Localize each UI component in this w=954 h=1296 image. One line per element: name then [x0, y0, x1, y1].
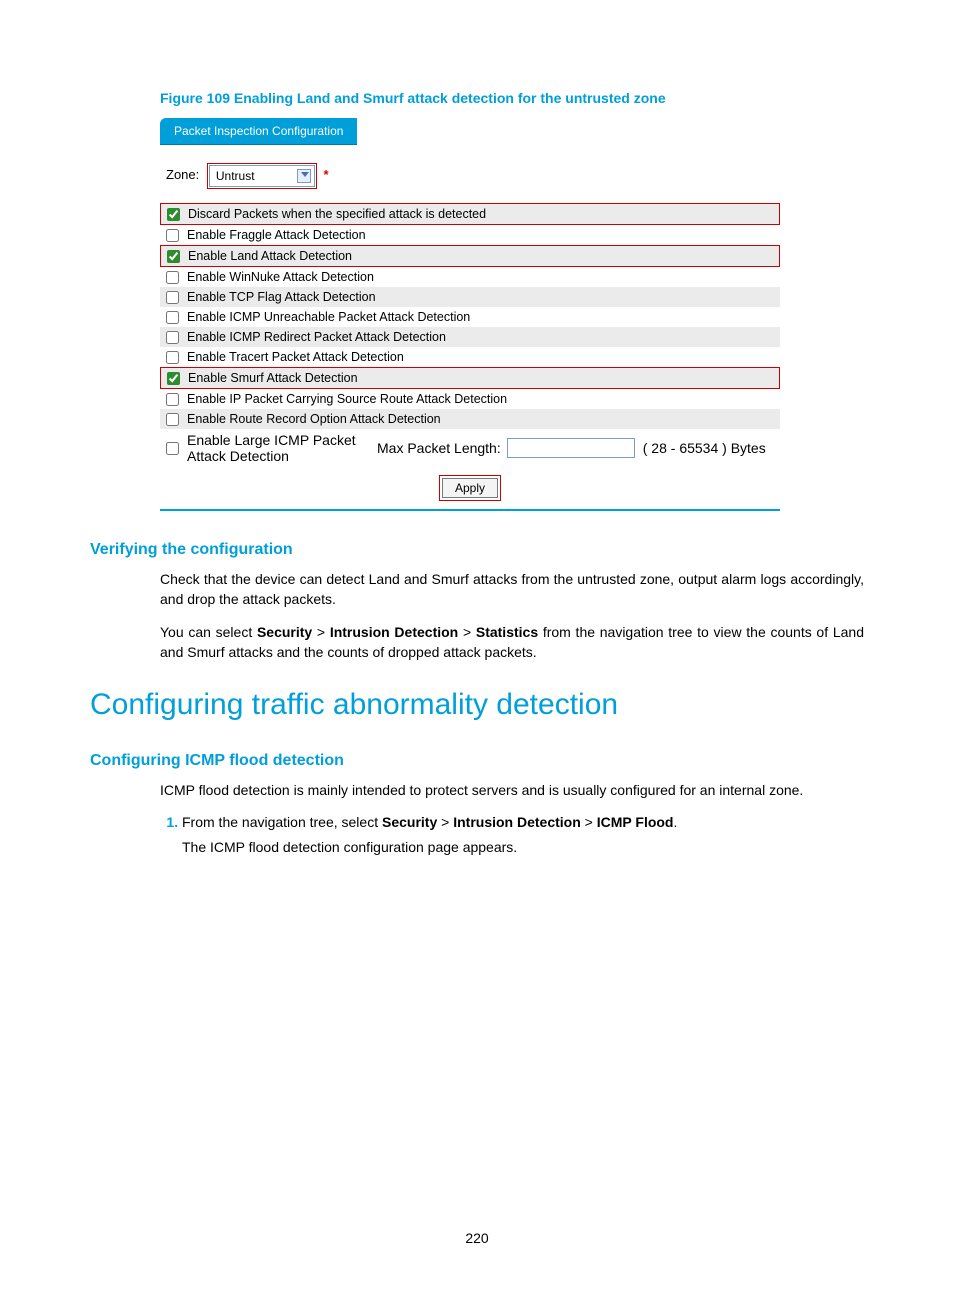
- icmp-paragraph-1: ICMP flood detection is mainly intended …: [160, 780, 864, 800]
- option-row: Enable TCP Flag Attack Detection: [160, 287, 780, 307]
- option-label: Enable TCP Flag Attack Detection: [187, 290, 376, 304]
- option-label: Discard Packets when the specified attac…: [188, 207, 486, 221]
- page-number: 220: [0, 1230, 954, 1246]
- large-icmp-row: Enable Large ICMP Packet Attack Detectio…: [160, 429, 780, 467]
- option-checkbox[interactable]: [166, 291, 179, 304]
- option-label: Enable Fraggle Attack Detection: [187, 228, 366, 242]
- option-row: Enable IP Packet Carrying Source Route A…: [160, 389, 780, 409]
- max-length-input[interactable]: [507, 438, 635, 458]
- large-icmp-label: Enable Large ICMP Packet Attack Detectio…: [187, 432, 367, 464]
- step-1-sub: The ICMP flood detection configuration p…: [182, 837, 864, 857]
- option-row: Enable ICMP Redirect Packet Attack Detec…: [160, 327, 780, 347]
- option-list: Discard Packets when the specified attac…: [160, 203, 780, 429]
- option-checkbox[interactable]: [166, 311, 179, 324]
- option-checkbox[interactable]: [167, 208, 180, 221]
- step-list: From the navigation tree, select Securit…: [160, 812, 864, 857]
- option-row: Discard Packets when the specified attac…: [160, 203, 780, 225]
- panel-tab: Packet Inspection Configuration: [160, 118, 357, 145]
- option-label: Enable Tracert Packet Attack Detection: [187, 350, 404, 364]
- max-length-range: ( 28 - 65534 ) Bytes: [643, 440, 766, 456]
- option-checkbox[interactable]: [166, 229, 179, 242]
- option-checkbox[interactable]: [166, 271, 179, 284]
- option-row: Enable Route Record Option Attack Detect…: [160, 409, 780, 429]
- heading-icmp: Configuring ICMP flood detection: [90, 752, 864, 770]
- option-label: Enable Land Attack Detection: [188, 249, 352, 263]
- option-row: Enable Land Attack Detection: [160, 245, 780, 267]
- figure-caption: Figure 109 Enabling Land and Smurf attac…: [160, 90, 864, 106]
- option-label: Enable Route Record Option Attack Detect…: [187, 412, 441, 426]
- option-row: Enable Fraggle Attack Detection: [160, 225, 780, 245]
- zone-row: Zone: Untrust *: [160, 145, 780, 203]
- option-row: Enable WinNuke Attack Detection: [160, 267, 780, 287]
- max-length-label: Max Packet Length:: [377, 440, 501, 456]
- chevron-down-icon: [301, 172, 309, 177]
- option-checkbox[interactable]: [166, 413, 179, 426]
- option-label: Enable WinNuke Attack Detection: [187, 270, 374, 284]
- step-1: From the navigation tree, select Securit…: [182, 812, 864, 857]
- heading-traffic: Configuring traffic abnormality detectio…: [90, 688, 864, 722]
- option-label: Enable IP Packet Carrying Source Route A…: [187, 392, 507, 406]
- option-checkbox[interactable]: [167, 372, 180, 385]
- option-checkbox[interactable]: [166, 393, 179, 406]
- option-label: Enable ICMP Redirect Packet Attack Detec…: [187, 330, 446, 344]
- option-row: Enable Tracert Packet Attack Detection: [160, 347, 780, 367]
- heading-verify: Verifying the configuration: [90, 541, 864, 559]
- option-checkbox[interactable]: [166, 351, 179, 364]
- option-label: Enable ICMP Unreachable Packet Attack De…: [187, 310, 470, 324]
- verify-paragraph-2: You can select Security > Intrusion Dete…: [160, 622, 864, 663]
- apply-button[interactable]: Apply: [442, 478, 498, 498]
- required-mark: *: [324, 167, 329, 182]
- zone-select-value: Untrust: [216, 169, 255, 183]
- option-row: Enable ICMP Unreachable Packet Attack De…: [160, 307, 780, 327]
- option-checkbox[interactable]: [167, 250, 180, 263]
- option-label: Enable Smurf Attack Detection: [188, 371, 358, 385]
- option-row: Enable Smurf Attack Detection: [160, 367, 780, 389]
- config-screenshot: Packet Inspection Configuration Zone: Un…: [160, 118, 780, 511]
- zone-select[interactable]: Untrust: [209, 165, 315, 187]
- zone-label: Zone:: [166, 167, 199, 182]
- option-checkbox[interactable]: [166, 331, 179, 344]
- verify-paragraph-1: Check that the device can detect Land an…: [160, 569, 864, 610]
- large-icmp-checkbox[interactable]: [166, 442, 179, 455]
